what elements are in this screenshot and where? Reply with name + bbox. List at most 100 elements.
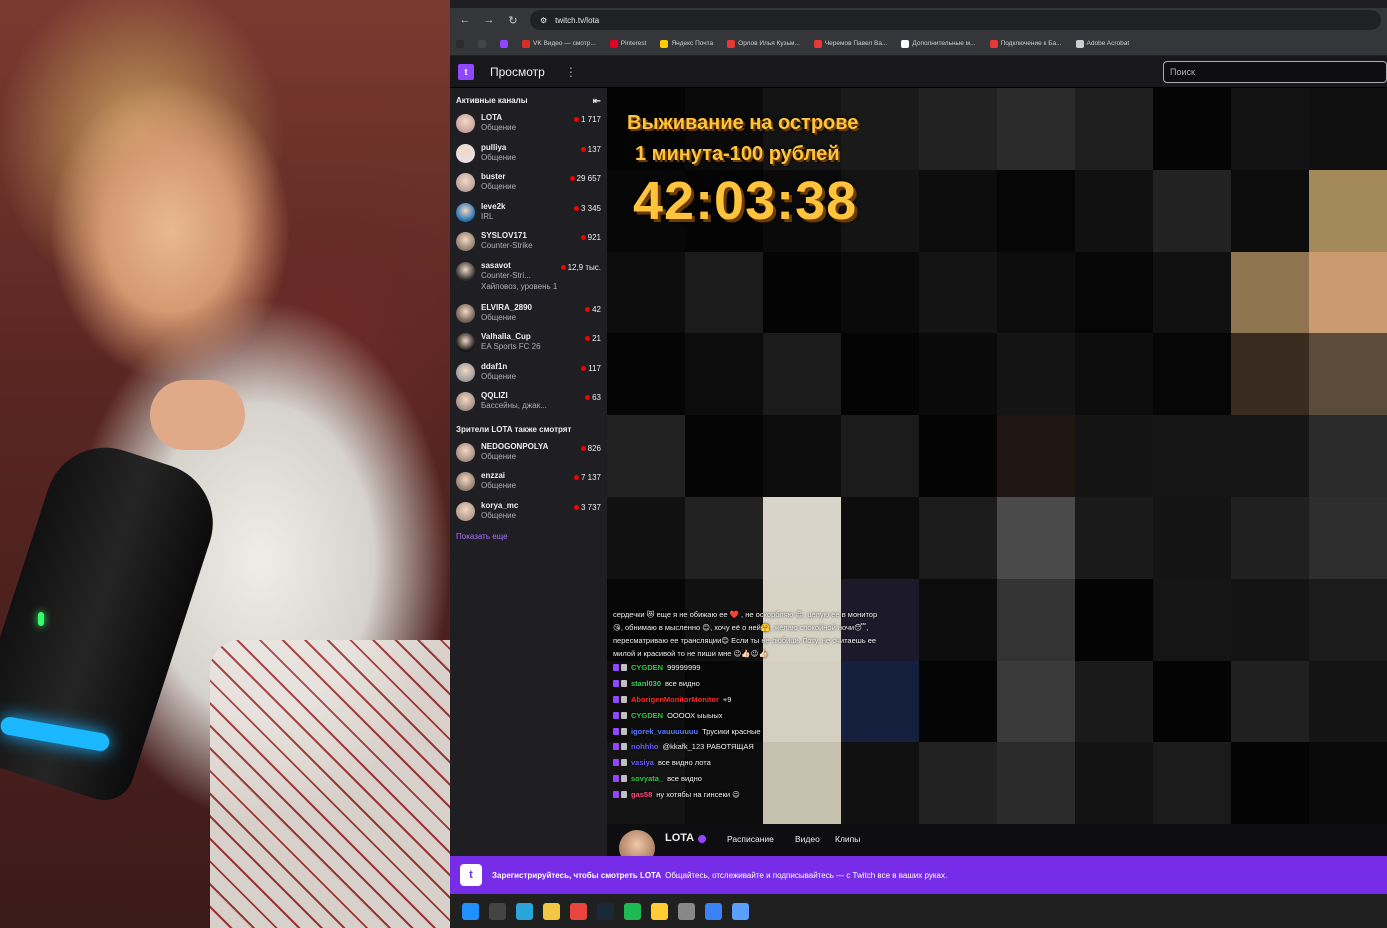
forward-icon[interactable]: → bbox=[482, 14, 496, 26]
chat-username[interactable]: sovyata_ bbox=[631, 774, 663, 783]
channel-avatar bbox=[456, 362, 475, 382]
chat-username[interactable]: CYGDEN bbox=[631, 711, 663, 720]
chat-username[interactable]: AborigenMonitorMonitor bbox=[631, 695, 719, 704]
bookmark-item[interactable]: Яндекс Почта bbox=[660, 39, 713, 48]
bookmark-item[interactable]: Adobe Acrobat bbox=[1075, 39, 1129, 48]
overlay-title-line2: 1 минута-100 рублей bbox=[635, 143, 840, 165]
task-view-icon[interactable] bbox=[489, 902, 506, 920]
bookmark-label: Черемов Павел Ва... bbox=[824, 40, 888, 47]
windows-taskbar bbox=[450, 894, 1387, 928]
channel-category: Общение bbox=[481, 312, 517, 322]
sub-badge-icon bbox=[613, 743, 619, 751]
channel-category: Общение bbox=[481, 123, 517, 132]
channel-info-bar: LOTA Расписание Видео Клипы bbox=[607, 824, 1387, 866]
bookmark-item[interactable]: Pinterest bbox=[609, 39, 646, 48]
mosaic-tile bbox=[685, 496, 763, 579]
bookmark-item[interactable]: Дополнительные м... bbox=[901, 39, 976, 48]
channel-avatar bbox=[456, 143, 475, 163]
bookmarks-bar: VK Видео — смотр... Pinterest Яндекс Почта… bbox=[450, 32, 1387, 56]
channel-category: Counter-Strike bbox=[481, 241, 533, 250]
url-field[interactable]: ⚙ twitch.tv/lota bbox=[530, 10, 1381, 30]
mosaic-tile bbox=[997, 660, 1075, 743]
twitch-logo-icon[interactable]: t bbox=[458, 63, 474, 80]
mosaic-tile bbox=[1153, 660, 1231, 743]
sidebar-channel[interactable]: QQLIZI Бассейны, джак... 63 bbox=[456, 391, 601, 421]
gift-badge-icon bbox=[621, 664, 627, 672]
mosaic-tile bbox=[1075, 742, 1153, 824]
mosaic-tile bbox=[607, 251, 685, 334]
bookmark-item[interactable]: Подключение к Ба... bbox=[989, 39, 1062, 48]
sidebar-channel[interactable]: ddaf1n Общение 117 bbox=[456, 362, 601, 392]
sidebar-channel[interactable]: enzzai Общение 7 137 bbox=[456, 471, 601, 501]
mosaic-tile bbox=[1309, 496, 1387, 579]
more-menu-icon[interactable]: ⋮ bbox=[565, 65, 577, 79]
collapse-sidebar-icon[interactable]: ⇤ bbox=[593, 96, 601, 107]
search-input[interactable]: Поиск bbox=[1163, 61, 1387, 83]
channel-name[interactable]: LOTA bbox=[665, 832, 694, 844]
bookmark-item[interactable] bbox=[456, 39, 464, 48]
spotify-icon[interactable] bbox=[624, 902, 641, 920]
chat-username[interactable]: stanl030 bbox=[631, 679, 661, 688]
chat-username[interactable]: nohhho bbox=[631, 742, 659, 751]
chat-username[interactable]: vasiya bbox=[631, 758, 654, 767]
back-icon[interactable]: ← bbox=[458, 14, 472, 26]
channel-name: QQLIZI bbox=[481, 391, 508, 400]
signup-banner[interactable]: t Зарегистрируйтесь, чтобы смотреть LOTA… bbox=[450, 856, 1387, 894]
channel-info: pulliya Общение bbox=[481, 143, 561, 163]
chat-message: AborigenMonitorMonitor +9 bbox=[613, 692, 883, 708]
windows-start-icon[interactable] bbox=[462, 902, 479, 920]
bookmark-item[interactable]: VK Видео — смотр... bbox=[522, 39, 596, 48]
chat-username[interactable]: gas58 bbox=[631, 790, 652, 799]
gift-badge-icon bbox=[621, 774, 627, 782]
edge-icon[interactable] bbox=[516, 902, 533, 920]
tab-clips[interactable]: Клипы bbox=[835, 834, 860, 844]
bookmark-item[interactable] bbox=[478, 39, 486, 48]
sidebar-channel[interactable]: korya_mc Общение 3 737 bbox=[456, 501, 601, 531]
active-channels-title: Активные каналы bbox=[456, 96, 528, 105]
mosaic-tile bbox=[1309, 169, 1387, 252]
site-settings-icon[interactable]: ⚙ bbox=[540, 16, 547, 25]
sidebar-channel[interactable]: SYSLOV171 Counter-Strike 921 bbox=[456, 231, 601, 261]
chrome-icon[interactable] bbox=[570, 902, 587, 920]
sidebar-channel[interactable]: NEDOGONPOLYA Общение 826 bbox=[456, 442, 601, 472]
show-more-link[interactable]: Показать еще bbox=[456, 532, 601, 541]
mosaic-tile bbox=[763, 333, 841, 416]
file-explorer-icon[interactable] bbox=[543, 902, 560, 920]
channel-name: ELVIRA_2890 bbox=[481, 302, 532, 312]
chat-username[interactable]: igorek_vauuuuuuu bbox=[631, 727, 698, 736]
bookmark-icon bbox=[609, 39, 618, 48]
bookmark-item[interactable]: Орлов Илья Кузьм... bbox=[727, 39, 800, 48]
game-icon[interactable] bbox=[651, 902, 668, 920]
app-icon[interactable] bbox=[705, 902, 722, 920]
chat-message: igorek_vauuuuuuu Трусики красные bbox=[613, 723, 883, 739]
bookmark-item[interactable] bbox=[500, 39, 508, 48]
bookmark-label: VK Видео — смотр... bbox=[533, 40, 596, 47]
tab-videos[interactable]: Видео bbox=[795, 834, 820, 844]
reload-icon[interactable]: ↻ bbox=[506, 14, 520, 27]
bookmark-item[interactable]: Черемов Павел Ва... bbox=[813, 39, 888, 48]
sidebar-channel[interactable]: leve2k IRL 3 345 bbox=[456, 202, 601, 232]
sidebar-channel[interactable]: LOTA Общение 1 717 bbox=[456, 113, 601, 143]
tab-schedule[interactable]: Расписание bbox=[727, 834, 774, 844]
channel-avatar bbox=[456, 442, 475, 462]
browse-link[interactable]: Просмотр bbox=[490, 65, 545, 79]
chat-message: gas58 ну хотябы на гинсеки 😉 bbox=[613, 786, 883, 802]
chat-username[interactable]: CYGDEN bbox=[631, 663, 663, 672]
sidebar-channel[interactable]: ELVIRA_2890 Общение 42 bbox=[456, 303, 601, 333]
sidebar-channel[interactable]: pulliya Общение 137 bbox=[456, 143, 601, 173]
sidebar-channel[interactable]: buster Общение 29 657 bbox=[456, 172, 601, 202]
clock-icon[interactable] bbox=[678, 902, 695, 920]
app2-icon[interactable] bbox=[732, 902, 749, 920]
mosaic-tile bbox=[1309, 333, 1387, 416]
tab-strip[interactable] bbox=[450, 0, 1387, 8]
steam-icon[interactable] bbox=[597, 902, 614, 920]
channel-info: NEDOGONPOLYA Общение bbox=[481, 442, 561, 462]
video-player[interactable]: Выживание на острове 1 минута-100 рублей… bbox=[607, 88, 1387, 824]
chat-overlay: сердечки 😻 еще я не обижаю ее ❤️ , не ос… bbox=[613, 608, 883, 802]
channel-info: leve2k IRL bbox=[481, 202, 561, 222]
sidebar-channel[interactable]: Valhalla_Cup EA Sports FC 26 21 bbox=[456, 332, 601, 362]
channel-category: Общение bbox=[481, 152, 517, 162]
sidebar-channel[interactable]: sasavot Counter-Stri... Хайповоз, уровень … bbox=[456, 261, 601, 303]
bookmark-label: Орлов Илья Кузьм... bbox=[738, 40, 800, 47]
signup-text: Общайтесь, отслеживайте и подписывайтесь… bbox=[665, 870, 948, 880]
